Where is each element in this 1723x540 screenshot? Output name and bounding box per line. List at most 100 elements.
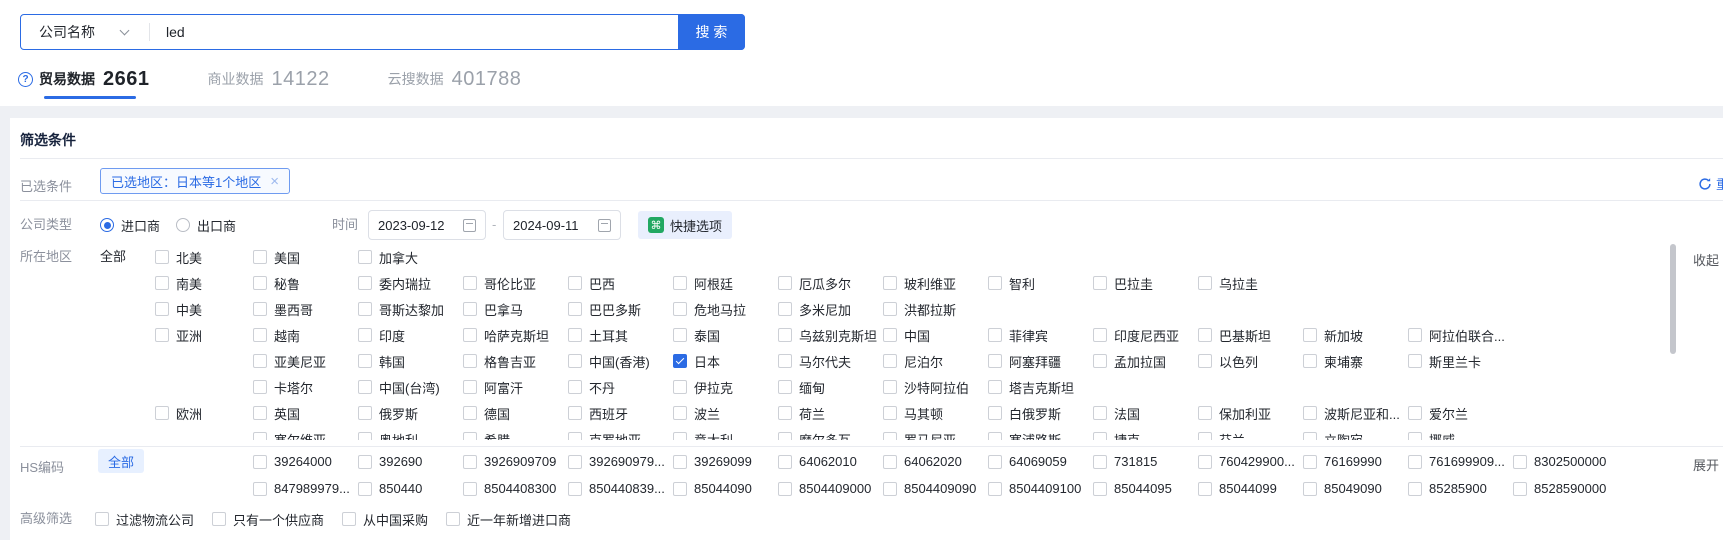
- region-checkbox-塞尔维亚[interactable]: 塞尔维亚: [253, 430, 358, 441]
- checkbox-icon[interactable]: [1303, 354, 1317, 368]
- checkbox-icon[interactable]: [673, 406, 687, 420]
- start-date-picker[interactable]: 2023-09-12: [368, 210, 486, 240]
- region-checkbox-加拿大[interactable]: 加拿大: [358, 248, 463, 267]
- checkbox-icon[interactable]: [778, 328, 792, 342]
- region-checkbox-缅甸[interactable]: 缅甸: [778, 378, 883, 397]
- region-checkbox-柬埔寨[interactable]: 柬埔寨: [1303, 352, 1408, 371]
- checkbox-icon[interactable]: [463, 455, 477, 469]
- checkbox-icon[interactable]: [155, 406, 169, 420]
- hs-checkbox-85044090[interactable]: 85044090: [673, 481, 778, 496]
- region-checkbox-俄罗斯[interactable]: 俄罗斯: [358, 404, 463, 423]
- search-type-select[interactable]: 公司名称: [21, 15, 149, 49]
- radio-出口商[interactable]: 出口商: [176, 216, 236, 235]
- region-checkbox-不丹[interactable]: 不丹: [568, 378, 673, 397]
- hs-checkbox-850440839...[interactable]: 850440839...: [568, 481, 673, 496]
- checkbox-icon[interactable]: [568, 455, 582, 469]
- checkbox-icon[interactable]: [1198, 276, 1212, 290]
- hs-checkbox-39264000[interactable]: 39264000: [253, 454, 358, 469]
- checkbox-icon[interactable]: [358, 276, 372, 290]
- checkbox-icon[interactable]: [1093, 432, 1107, 440]
- checkbox-icon[interactable]: [778, 406, 792, 420]
- checkbox-icon[interactable]: [673, 432, 687, 440]
- search-button[interactable]: 搜 索: [678, 14, 745, 50]
- region-checkbox-巴拿马[interactable]: 巴拿马: [463, 300, 568, 319]
- checkbox-icon[interactable]: [1408, 406, 1422, 420]
- checkbox-icon[interactable]: [778, 482, 792, 496]
- region-checkbox-马其顿[interactable]: 马其顿: [883, 404, 988, 423]
- region-checkbox-罗马尼亚[interactable]: 罗马尼亚: [883, 430, 988, 441]
- collapse-region-link[interactable]: 收起: [1693, 250, 1719, 269]
- checkbox-icon[interactable]: [155, 302, 169, 316]
- region-checkbox-爱尔兰[interactable]: 爱尔兰: [1408, 404, 1513, 423]
- region-checkbox-尼泊尔[interactable]: 尼泊尔: [883, 352, 988, 371]
- region-group-checkbox-亚洲[interactable]: 亚洲: [155, 326, 253, 345]
- region-checkbox-希腊[interactable]: 希腊: [463, 430, 568, 441]
- region-checkbox-阿根廷[interactable]: 阿根廷: [673, 274, 778, 293]
- end-date-picker[interactable]: 2024-09-11: [503, 210, 621, 240]
- checkbox-icon[interactable]: [883, 276, 897, 290]
- advanced-checkbox-只有一个供应商[interactable]: 只有一个供应商: [212, 510, 324, 529]
- checkbox-icon[interactable]: [358, 432, 372, 440]
- radio-进口商[interactable]: 进口商: [100, 216, 160, 235]
- checkbox-icon[interactable]: [1198, 432, 1212, 440]
- checkbox-icon[interactable]: [988, 455, 1002, 469]
- checkbox-icon[interactable]: [883, 482, 897, 496]
- region-checkbox-美国[interactable]: 美国: [253, 248, 358, 267]
- region-checkbox-日本[interactable]: 日本: [673, 352, 778, 371]
- checkbox-icon[interactable]: [212, 512, 226, 526]
- hs-checkbox-85285900[interactable]: 85285900: [1408, 481, 1513, 496]
- checkbox-icon[interactable]: [358, 328, 372, 342]
- tab-cloud-search-data[interactable]: 云搜数据 401788: [388, 68, 522, 91]
- hs-checkbox-64069059[interactable]: 64069059: [988, 454, 1093, 469]
- checkbox-icon[interactable]: [1303, 406, 1317, 420]
- checkbox-icon[interactable]: [1093, 354, 1107, 368]
- checkbox-icon[interactable]: [988, 276, 1002, 290]
- checkbox-icon[interactable]: [1198, 455, 1212, 469]
- checkbox-icon[interactable]: [342, 512, 356, 526]
- region-checkbox-塔吉克斯坦[interactable]: 塔吉克斯坦: [988, 378, 1093, 397]
- region-checkbox-泰国[interactable]: 泰国: [673, 326, 778, 345]
- hs-checkbox-39269099[interactable]: 39269099: [673, 454, 778, 469]
- region-checkbox-波斯尼亚和...[interactable]: 波斯尼亚和...: [1303, 404, 1408, 423]
- region-group-checkbox-中美[interactable]: 中美: [155, 300, 253, 319]
- hs-checkbox-731815[interactable]: 731815: [1093, 454, 1198, 469]
- checkbox-icon[interactable]: [988, 406, 1002, 420]
- close-icon[interactable]: ×: [270, 174, 279, 189]
- hs-all-link[interactable]: 全部: [98, 449, 144, 473]
- region-scrollbar-thumb[interactable]: [1670, 244, 1676, 354]
- checkbox-icon[interactable]: [673, 380, 687, 394]
- checkbox-icon[interactable]: [568, 406, 582, 420]
- checkbox-icon[interactable]: [253, 432, 267, 440]
- region-checkbox-塞浦路斯[interactable]: 塞浦路斯: [988, 430, 1093, 441]
- checkbox-icon[interactable]: [253, 482, 267, 496]
- region-checkbox-越南[interactable]: 越南: [253, 326, 358, 345]
- region-checkbox-中国(香港)[interactable]: 中国(香港): [568, 352, 673, 371]
- region-checkbox-波兰[interactable]: 波兰: [673, 404, 778, 423]
- region-checkbox-韩国[interactable]: 韩国: [358, 352, 463, 371]
- checkbox-icon[interactable]: [253, 302, 267, 316]
- region-checkbox-中国(台湾)[interactable]: 中国(台湾): [358, 378, 463, 397]
- checkbox-icon[interactable]: [358, 354, 372, 368]
- region-checkbox-孟加拉国[interactable]: 孟加拉国: [1093, 352, 1198, 371]
- region-checkbox-奥地利[interactable]: 奥地利: [358, 430, 463, 441]
- region-checkbox-法国[interactable]: 法国: [1093, 404, 1198, 423]
- region-checkbox-危地马拉[interactable]: 危地马拉: [673, 300, 778, 319]
- checkbox-icon[interactable]: [673, 276, 687, 290]
- checkbox-icon[interactable]: [883, 354, 897, 368]
- region-group-checkbox-南美[interactable]: 南美: [155, 274, 253, 293]
- region-checkbox-印度[interactable]: 印度: [358, 326, 463, 345]
- region-checkbox-玻利维亚[interactable]: 玻利维亚: [883, 274, 988, 293]
- region-checkbox-斯里兰卡[interactable]: 斯里兰卡: [1408, 352, 1513, 371]
- checkbox-icon[interactable]: [1198, 406, 1212, 420]
- checkbox-icon[interactable]: [463, 380, 477, 394]
- checkbox-icon[interactable]: [463, 354, 477, 368]
- checkbox-icon[interactable]: [1093, 276, 1107, 290]
- checkbox-icon[interactable]: [988, 380, 1002, 394]
- checkbox-icon[interactable]: [778, 455, 792, 469]
- checkbox-icon[interactable]: [463, 302, 477, 316]
- checkbox-icon[interactable]: [1408, 455, 1422, 469]
- region-checkbox-多米尼加[interactable]: 多米尼加: [778, 300, 883, 319]
- checkbox-icon[interactable]: [253, 328, 267, 342]
- checkbox-icon[interactable]: [463, 276, 477, 290]
- checkbox-icon[interactable]: [883, 380, 897, 394]
